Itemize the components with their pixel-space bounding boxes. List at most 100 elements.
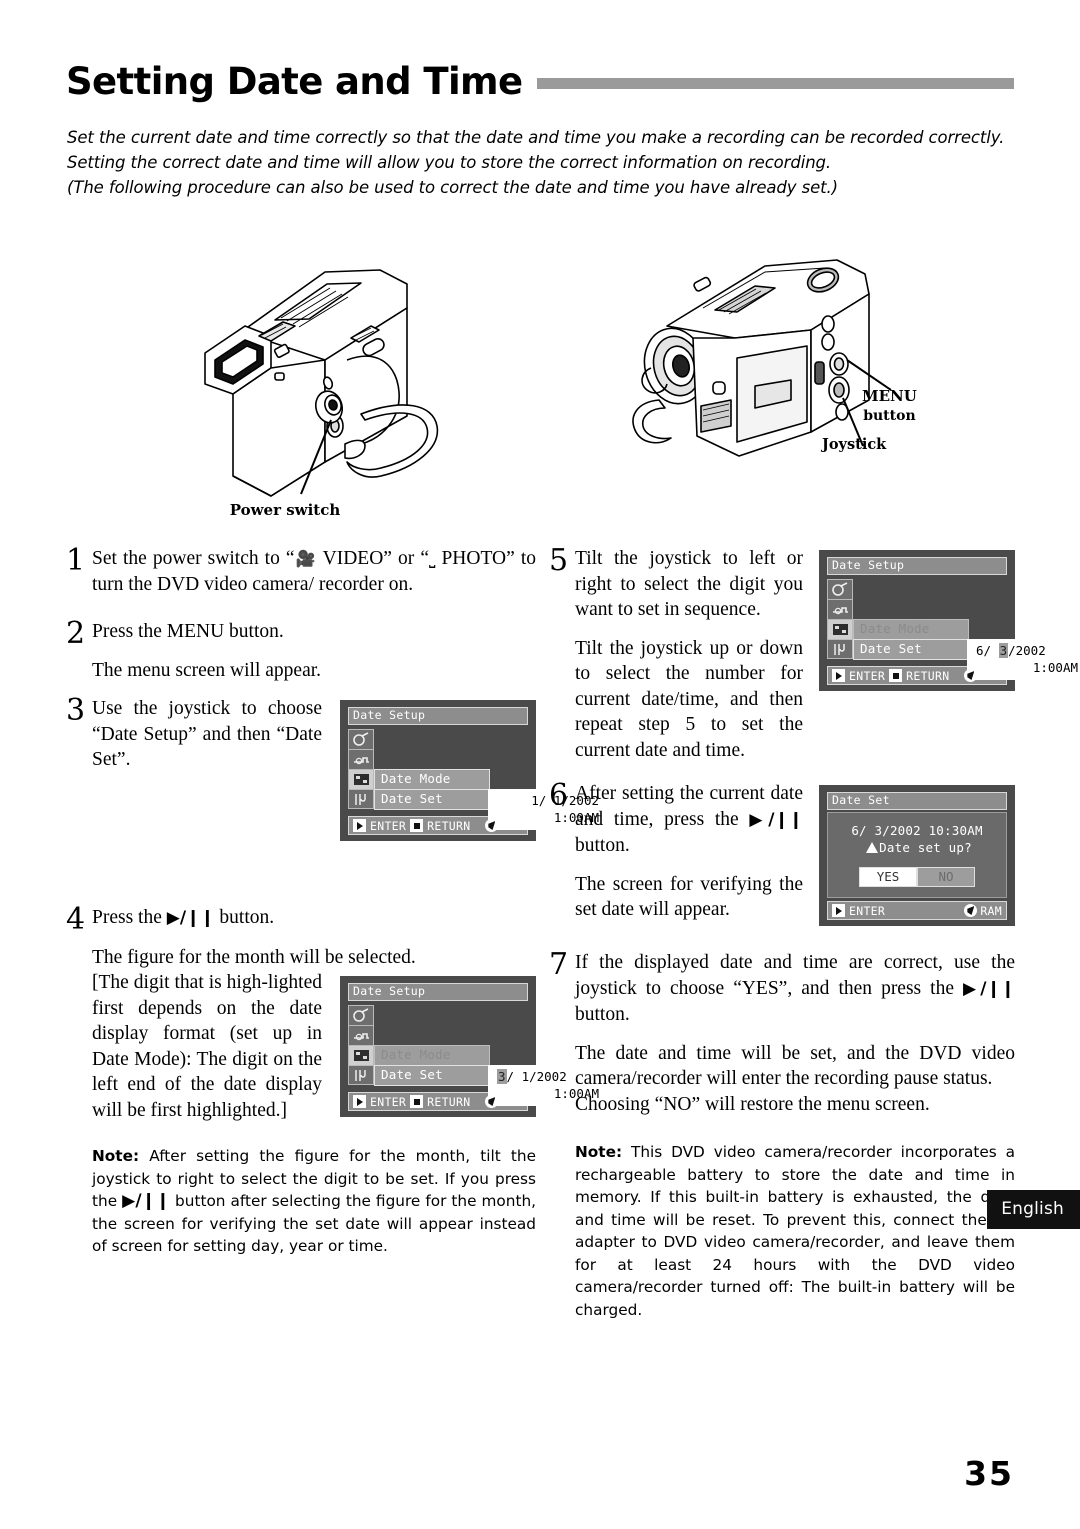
page-title: Setting Date and Time [66, 59, 523, 103]
note-1: Note: After setting the figure for the m… [92, 1145, 536, 1258]
step-7-number: 7 [549, 947, 569, 982]
step-6-text: After setting the current date and time,… [575, 781, 803, 859]
camcorder-rear-illustration [175, 248, 465, 498]
lcd-dialog-question-row: Date set up? [828, 839, 1006, 856]
lcd-value-post: /2002 [1008, 643, 1046, 658]
lcd-sidebar-record-icon[interactable] [348, 1025, 374, 1045]
play-glyph-icon [353, 1095, 366, 1108]
lcd-bar-enter-label: ENTER [370, 1094, 407, 1109]
intro-line-3: (The following procedure can also be use… [67, 178, 838, 197]
step-6-text-post: button. [575, 835, 630, 856]
callout-joystick: Joystick [822, 436, 887, 453]
play-glyph-icon [832, 669, 845, 682]
lcd-sidebar-camera-icon[interactable] [827, 579, 853, 599]
lcd-menu-item-date-set[interactable]: Date Set [374, 1065, 490, 1086]
stop-glyph-icon [410, 819, 424, 832]
lcd-title: Date Set [827, 792, 1007, 810]
step-6-result: The screen for verifying the set date wi… [575, 873, 803, 921]
disc-glyph-icon [485, 819, 499, 832]
lcd-sidebar-initial-setup-icon[interactable] [348, 1065, 374, 1085]
lcd-sidebar-camera-icon[interactable] [348, 729, 374, 749]
lcd-title: Date Setup [348, 983, 528, 1001]
lcd-sidebar-initial-setup-icon[interactable] [827, 639, 853, 659]
lcd-value-month-highlight: 3 [497, 1069, 507, 1084]
step-7-result-1: The date and time will be set, and the D… [575, 1042, 1015, 1090]
step-6-number: 6 [549, 778, 569, 813]
lcd-title: Date Setup [827, 557, 1007, 575]
lcd-sidebar-camera-icon[interactable] [348, 1005, 374, 1025]
callout-menu-line2: button [863, 408, 916, 424]
lcd-icon-sidebar [348, 1005, 374, 1085]
video-camera-icon: 🎥 [294, 549, 317, 568]
step-4: 4 Press the ▶/❙❙ button. The figure for … [66, 905, 604, 1123]
lcd-bar-return-label: RETURN [906, 668, 950, 683]
step-3-number: 3 [66, 693, 86, 728]
lcd-dialog-question: Date set up? [879, 840, 972, 855]
lcd-title: Date Setup [348, 707, 528, 725]
lcd-screen-date-set-verify: Date Set 6/ 3/2002 10:30AM Date set up? … [819, 785, 1015, 926]
play-pause-button-glyph: ▶/❙❙ [963, 978, 1015, 999]
lcd-icon-sidebar [348, 729, 374, 809]
lcd-dialog-no-button[interactable]: NO [917, 867, 975, 887]
note-2-text: This DVD video camera/recorder incorpora… [575, 1143, 1015, 1319]
right-column: 5 Date Setup Date Mode Date Set 6/ 3/200… [549, 543, 1080, 1321]
left-column: 1 Set the power switch to “🎥 VIDEO” or “… [66, 546, 604, 1258]
lcd-bar-enter-label: ENTER [370, 818, 407, 833]
step-2-text: Press the MENU button. [92, 621, 284, 642]
lcd-menu-item-date-mode[interactable]: Date Mode [374, 769, 490, 790]
step-7-text: If the displayed date and time are corre… [575, 950, 1015, 1028]
lcd-dialog-datetime: 6/ 3/2002 10:30AM [851, 823, 983, 838]
lcd-bar-enter-label: ENTER [849, 668, 886, 683]
lcd-menu-item-date-mode[interactable]: Date Mode [374, 1045, 490, 1066]
play-pause-button-glyph: ▶/❙❙ [166, 908, 215, 928]
lcd-value-pre: 6/ [976, 643, 999, 658]
step-5: 5 Date Setup Date Mode Date Set 6/ 3/200… [549, 543, 1080, 763]
lcd-value-panel: 6/ 3/2002 1:00AM [967, 639, 1080, 680]
step-1: 1 Set the power switch to “🎥 VIDEO” or “… [66, 546, 536, 597]
disc-glyph-icon [964, 904, 978, 917]
manual-page: Setting Date and Time Set the current da… [0, 0, 1080, 1529]
intro-paragraph: Set the current date and time correctly … [67, 125, 1015, 200]
lcd-status-bar: ENTER RAM [827, 901, 1007, 920]
note-1-label: Note: [92, 1147, 140, 1165]
disc-glyph-icon [964, 669, 978, 682]
play-glyph-icon [832, 904, 845, 917]
lcd-sidebar-date-setup-icon[interactable] [827, 619, 853, 639]
step-4-text: Press the ▶/❙❙ button. [92, 905, 536, 932]
camcorder-rear-svg [204, 269, 439, 497]
step-5-text-2: Tilt the joystick up or down to select t… [575, 637, 803, 761]
step-4-result-line: The figure for the month will be selecte… [92, 946, 416, 968]
lcd-value-time: 1:00AM [1032, 660, 1078, 675]
callout-menu-line1: MENU [862, 387, 917, 405]
lcd-dialog-body: 6/ 3/2002 10:30AM Date set up? YES NO [827, 812, 1007, 898]
lcd-bar-return-label: RETURN [427, 818, 471, 833]
note-2-label: Note: [575, 1143, 623, 1161]
stop-glyph-icon [410, 1095, 424, 1108]
step-4-text-pre: Press the [92, 907, 167, 928]
lcd-dialog-yes-button[interactable]: YES [859, 867, 917, 887]
lcd-sidebar-record-icon[interactable] [827, 599, 853, 619]
lcd-icon-sidebar [827, 579, 853, 659]
lcd-sidebar-date-setup-icon[interactable] [348, 1045, 374, 1065]
step-6: 6 Date Set 6/ 3/2002 10:30AM Date set up… [549, 781, 1015, 930]
step-7-text-pre: If the displayed date and time are corre… [575, 952, 1015, 999]
lcd-screen-date-setup-initial: Date Setup Date Mode Date Set 1/ 1/2002 … [340, 700, 604, 841]
lcd-menu-list: Date Mode Date Set [374, 1045, 490, 1086]
step-1-text-a: Set the power switch to “ [92, 548, 295, 569]
lcd-value-day-highlight: 3 [998, 643, 1009, 658]
step-5-number: 5 [549, 543, 569, 578]
lcd-menu-item-date-set[interactable]: Date Set [853, 639, 969, 660]
lcd-menu-item-date-mode[interactable]: Date Mode [853, 619, 969, 640]
step-2-result: The menu screen will appear. [92, 659, 322, 681]
lcd-sidebar-date-setup-icon[interactable] [348, 769, 374, 789]
lcd-sidebar-initial-setup-icon[interactable] [348, 789, 374, 809]
lcd-menu-list: Date Mode Date Set [374, 769, 490, 810]
step-7-text-post: button. [575, 1004, 630, 1025]
step-7-result-2: Choosing “NO” will restore the menu scre… [575, 1093, 930, 1115]
lcd-sidebar-record-icon[interactable] [348, 749, 374, 769]
play-glyph-icon [353, 819, 366, 832]
lcd-menu-item-date-set[interactable]: Date Set [374, 789, 490, 810]
step-1-text: Set the power switch to “🎥 VIDEO” or “⎵ … [92, 546, 536, 597]
lcd-value-date: 6/ 3/2002 [972, 642, 1078, 659]
lcd-bar-disc-label: RAM [980, 903, 1002, 918]
